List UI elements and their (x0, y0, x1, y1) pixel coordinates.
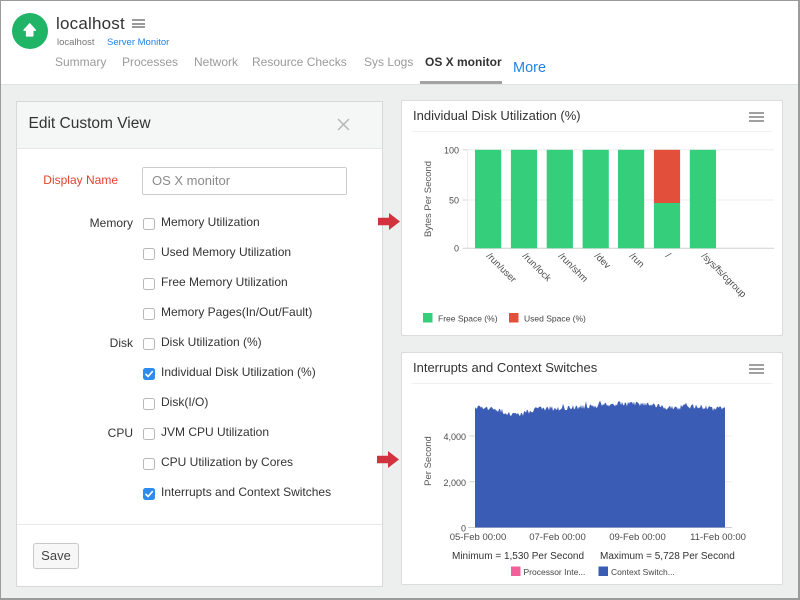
svg-text:/dev: /dev (592, 251, 613, 272)
svg-text:07-Feb 00:00: 07-Feb 00:00 (529, 532, 586, 543)
svg-text:Used Space (%): Used Space (%) (524, 314, 586, 324)
svg-text:2,000: 2,000 (443, 478, 466, 488)
svg-text:100: 100 (444, 145, 459, 155)
svg-text:/run/shm: /run/shm (556, 251, 590, 285)
svg-text:Free Space (%): Free Space (%) (438, 314, 498, 324)
svg-text:/: / (663, 251, 673, 261)
svg-text:11-Feb 00:00: 11-Feb 00:00 (690, 532, 746, 543)
svg-text:Minimum = 1,530 Per Second: Minimum = 1,530 Per Second (452, 551, 584, 562)
svg-text:/run: /run (627, 251, 646, 270)
svg-text:Bytes Per Second: Bytes Per Second (423, 161, 434, 237)
svg-text:/run/lock: /run/lock (520, 251, 553, 284)
svg-text:50: 50 (449, 195, 459, 205)
svg-text:Processor Inte...: Processor Inte... (524, 567, 586, 577)
svg-text:0: 0 (454, 244, 459, 254)
svg-text:09-Feb 00:00: 09-Feb 00:00 (609, 532, 666, 543)
svg-text:4,000: 4,000 (443, 432, 466, 442)
svg-text:Maximum = 5,728 Per Second: Maximum = 5,728 Per Second (600, 551, 735, 562)
svg-text:/run/user: /run/user (484, 251, 518, 285)
svg-text:Per Second: Per Second (423, 436, 434, 486)
svg-text:05-Feb 00:00: 05-Feb 00:00 (450, 532, 507, 543)
svg-text:Context Switch...: Context Switch... (611, 567, 675, 577)
svg-text:/sys/fs/cgroup: /sys/fs/cgroup (699, 251, 748, 300)
